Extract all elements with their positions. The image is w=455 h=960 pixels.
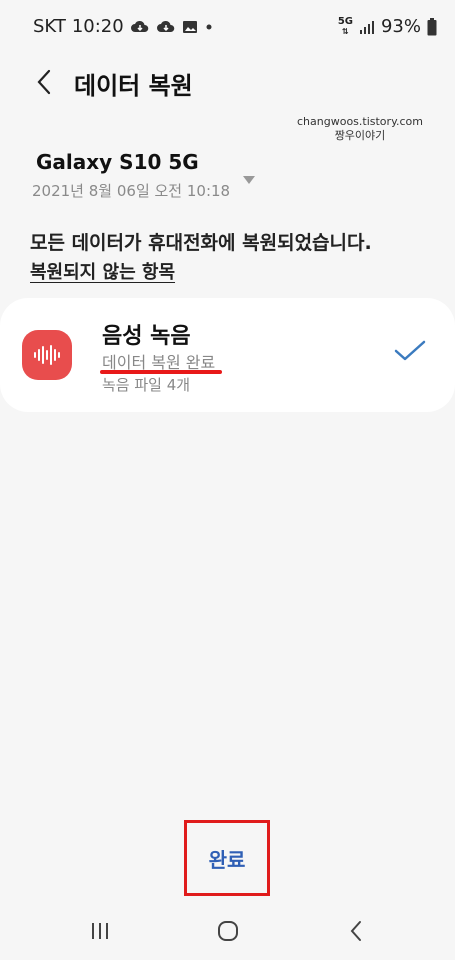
cloud-sync-icon xyxy=(156,19,176,35)
status-left: SKT 10:20 xyxy=(33,16,214,37)
device-backup-date: 2021년 8월 06일 오전 10:18 xyxy=(32,182,231,200)
device-selector[interactable]: Galaxy S10 5G 2021년 8월 06일 오전 10:18 xyxy=(32,150,276,201)
network-5g-icon: 5G ⇅ xyxy=(337,15,353,36)
watermark-url: changwoos.tistory.com xyxy=(297,115,423,128)
restored-item-card[interactable]: 음성 녹음 데이터 복원 완료 녹음 파일 4개 xyxy=(0,298,455,412)
item-detail: 녹음 파일 4개 xyxy=(102,376,191,394)
watermark: changwoos.tistory.com 짱우이야기 xyxy=(297,115,423,143)
recents-button[interactable] xyxy=(80,914,120,948)
watermark-name: 짱우이야기 xyxy=(334,129,386,142)
dot-icon xyxy=(204,19,214,35)
battery-icon xyxy=(427,17,437,36)
nav-back-button[interactable] xyxy=(336,914,376,948)
back-button[interactable] xyxy=(28,64,60,100)
device-name: Galaxy S10 5G xyxy=(36,150,199,174)
back-arrow-icon xyxy=(36,69,52,95)
network-label: 5G xyxy=(337,15,353,27)
voice-recorder-icon xyxy=(22,330,72,380)
done-button[interactable]: 완료 xyxy=(184,820,270,896)
cloud-sync-icon xyxy=(130,19,150,35)
image-icon xyxy=(182,19,198,35)
not-restored-items-link[interactable]: 복원되지 않는 항목 xyxy=(30,258,175,284)
checkmark-icon xyxy=(394,340,426,366)
home-icon xyxy=(217,920,239,942)
home-button[interactable] xyxy=(208,914,248,948)
caret-down-icon xyxy=(242,170,256,189)
clock: 10:20 xyxy=(71,16,124,37)
signal-icon xyxy=(359,19,375,35)
header: 데이터 복원 xyxy=(0,58,455,106)
item-name: 음성 녹음 xyxy=(102,324,191,349)
navigation-bar xyxy=(0,900,455,960)
restore-complete-message: 모든 데이터가 휴대전화에 복원되었습니다. xyxy=(30,232,372,254)
battery-percent: 93% xyxy=(380,16,421,37)
recents-icon xyxy=(90,922,110,940)
carrier-label: SKT xyxy=(33,16,66,37)
status-bar: SKT 10:20 5G ⇅ 93% xyxy=(0,0,455,56)
page-title: 데이터 복원 xyxy=(74,72,193,100)
status-right: 5G ⇅ 93% xyxy=(338,16,437,37)
back-icon xyxy=(349,920,363,942)
